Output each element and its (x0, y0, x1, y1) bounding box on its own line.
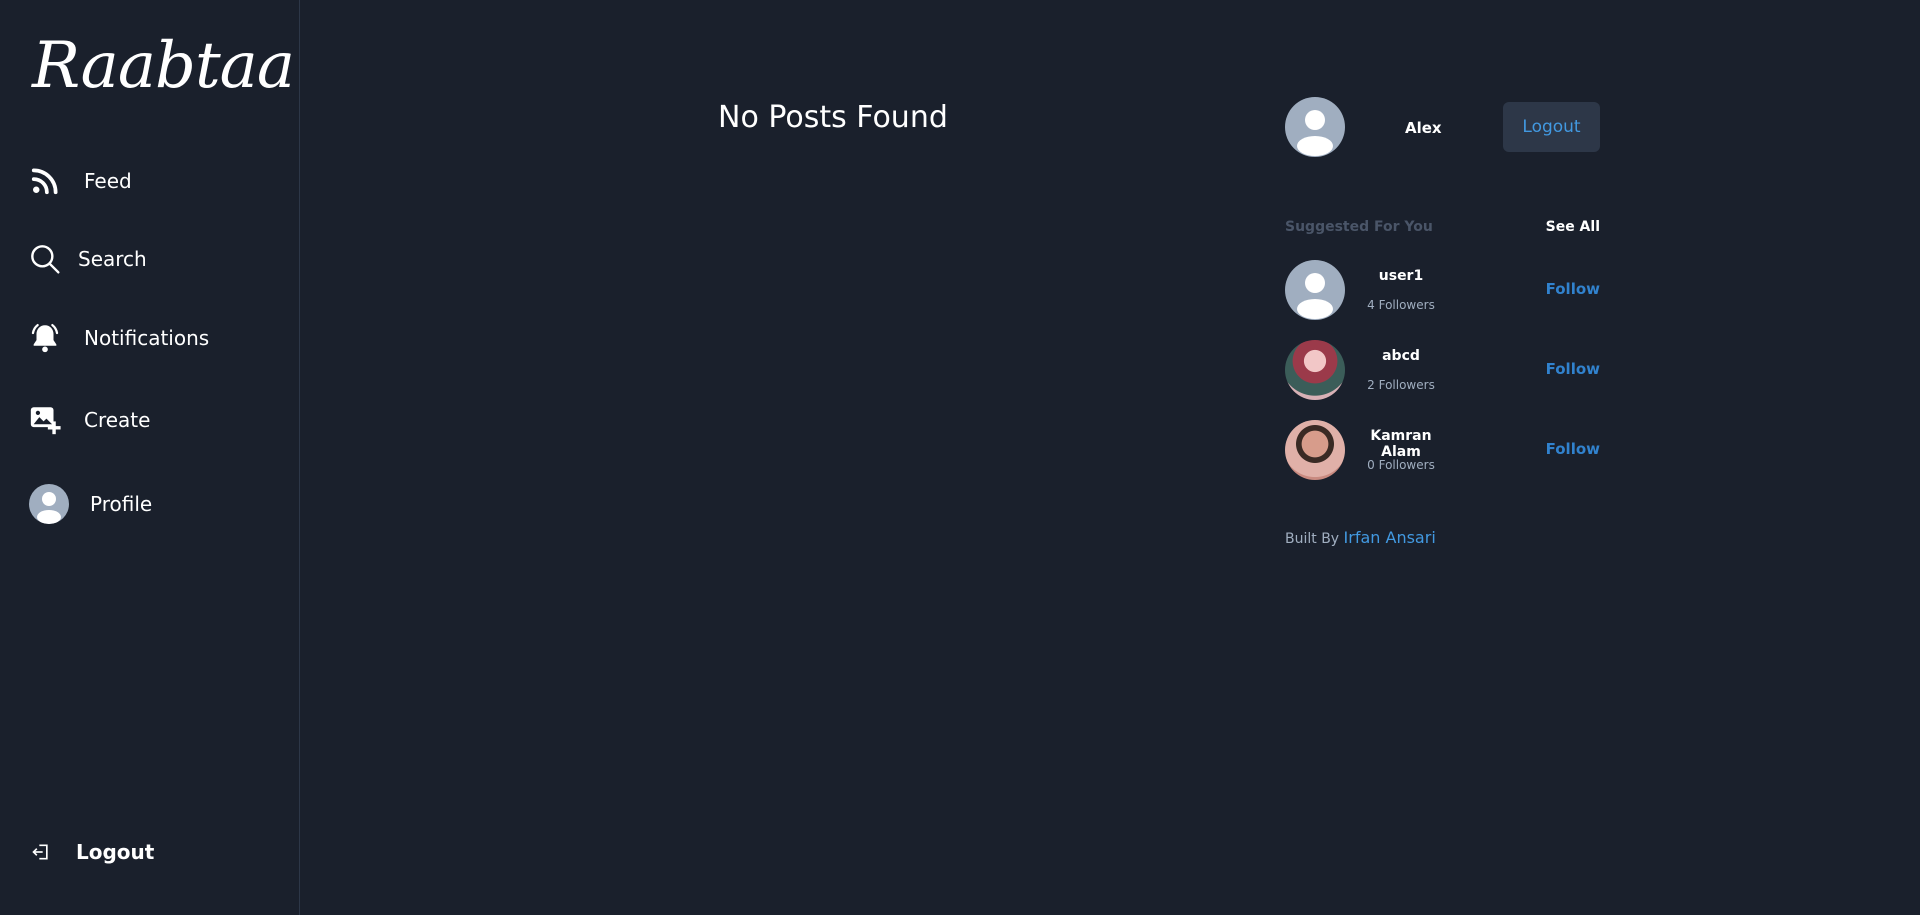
logout-icon (30, 835, 52, 869)
follow-button[interactable]: Follow (1546, 360, 1600, 378)
empty-feed-message: No Posts Found (718, 100, 948, 135)
search-icon (28, 242, 62, 276)
app-root: Raabtaa Feed Search Notifications Create… (0, 0, 1920, 915)
sidebar-item-label: Feed (84, 169, 132, 193)
sidebar-logout[interactable]: Logout (30, 830, 154, 874)
avatar (29, 484, 69, 524)
current-user-card: Alex Logout (1285, 97, 1600, 157)
avatar[interactable] (1285, 340, 1345, 400)
sidebar-item-feed[interactable]: Feed (28, 159, 132, 203)
suggested-title: Suggested For You (1285, 219, 1433, 235)
add-image-icon (28, 403, 62, 437)
sidebar-item-label: Create (84, 408, 151, 432)
current-user-name[interactable]: Alex (1405, 119, 1442, 137)
follower-count: 0 Followers (1367, 458, 1435, 472)
sidebar-item-label: Notifications (84, 326, 210, 350)
follow-button[interactable]: Follow (1546, 280, 1600, 298)
logout-button[interactable]: Logout (1503, 102, 1600, 152)
footer-prefix: Built By (1285, 531, 1340, 547)
sidebar: Raabtaa Feed Search Notifications Create… (0, 0, 300, 915)
list-item: Kamran Alam 0 Followers Follow (1285, 420, 1600, 480)
bell-icon (28, 321, 62, 355)
app-logo[interactable]: Raabtaa (32, 26, 295, 106)
suggested-header: Suggested For You See All (1285, 219, 1600, 239)
follow-button[interactable]: Follow (1546, 440, 1600, 458)
sidebar-item-search[interactable]: Search (28, 237, 147, 281)
avatar[interactable] (1285, 97, 1345, 157)
avatar[interactable] (1285, 260, 1345, 320)
list-item: user1 4 Followers Follow (1285, 260, 1600, 320)
sidebar-item-notifications[interactable]: Notifications (28, 316, 209, 360)
follower-count: 4 Followers (1367, 298, 1435, 312)
see-all-button[interactable]: See All (1546, 219, 1600, 235)
avatar[interactable] (1285, 420, 1345, 480)
sidebar-item-profile[interactable]: Profile (29, 482, 152, 526)
suggested-user-name[interactable]: user1 (1353, 268, 1449, 284)
footer-credit: Built By Irfan Ansari (1285, 528, 1436, 547)
suggested-user-name[interactable]: Kamran Alam (1349, 428, 1453, 460)
author-link[interactable]: Irfan Ansari (1344, 528, 1436, 547)
sidebar-item-label: Profile (90, 492, 153, 516)
follower-count: 2 Followers (1367, 378, 1435, 392)
suggested-user-name[interactable]: abcd (1353, 348, 1449, 364)
sidebar-item-create[interactable]: Create (28, 398, 150, 442)
rss-icon (28, 164, 62, 198)
sidebar-item-label: Search (78, 247, 147, 271)
list-item: abcd 2 Followers Follow (1285, 340, 1600, 400)
sidebar-item-label: Logout (76, 840, 155, 864)
